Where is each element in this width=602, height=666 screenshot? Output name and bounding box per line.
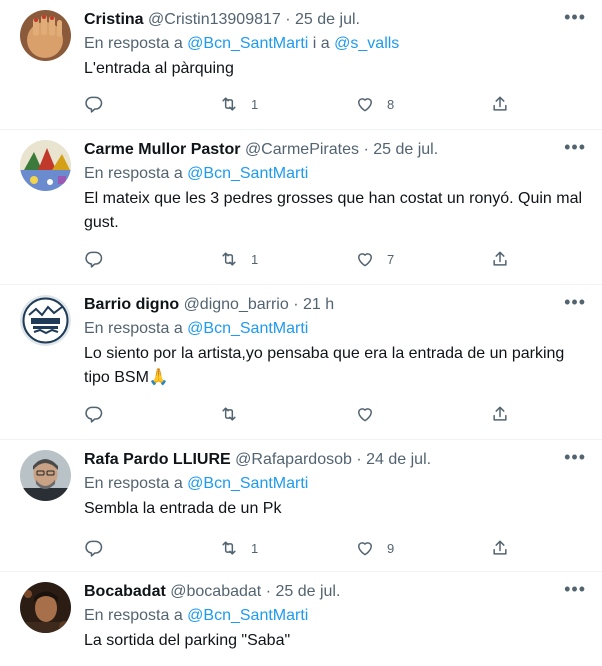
retweet-button[interactable]: 1 bbox=[219, 247, 258, 271]
share-icon bbox=[493, 96, 507, 111]
reply-button[interactable] bbox=[84, 247, 104, 271]
action-bar: 1 8 bbox=[84, 92, 588, 116]
handle[interactable]: @digno_barrio bbox=[184, 296, 289, 313]
avatar[interactable] bbox=[20, 10, 71, 61]
like-button[interactable] bbox=[355, 402, 375, 426]
like-button[interactable]: 8 bbox=[355, 92, 394, 116]
mention-link[interactable]: @Bcn_SantMarti bbox=[187, 607, 308, 624]
avatar[interactable] bbox=[20, 450, 71, 501]
timestamp[interactable]: · 25 de jul. bbox=[285, 11, 360, 28]
reply-icon bbox=[85, 251, 103, 268]
reply-button[interactable] bbox=[84, 92, 104, 116]
retweet-button[interactable] bbox=[219, 402, 239, 426]
like-icon bbox=[358, 253, 372, 267]
like-count: 9 bbox=[387, 540, 395, 556]
share-button[interactable] bbox=[490, 536, 510, 560]
timestamp[interactable]: · 24 de jul. bbox=[356, 451, 431, 468]
tweet[interactable]: Bocabadat @bocabadat · 25 de jul. ••• En… bbox=[0, 572, 602, 666]
mention-link[interactable]: @Bcn_SantMarti bbox=[187, 475, 308, 492]
tweet-text: La sortida del parking "Saba" bbox=[84, 632, 291, 649]
reply-context: En resposta a @Bcn_SantMarti bbox=[84, 162, 588, 186]
mention-link[interactable]: @Bcn_SantMarti bbox=[187, 165, 308, 182]
reply-joiner: i a bbox=[308, 35, 335, 52]
like-button[interactable]: 7 bbox=[355, 247, 394, 271]
action-bar: 1 7 bbox=[84, 247, 588, 271]
handle[interactable]: @CarmePirates bbox=[245, 141, 359, 158]
more-icon[interactable]: ••• bbox=[564, 293, 586, 311]
like-button[interactable]: 9 bbox=[355, 536, 394, 560]
tweet-text: El mateix que les 3 pedres grosses que h… bbox=[84, 190, 583, 231]
tweet-header: Barrio digno @digno_barrio · 21 h bbox=[84, 293, 588, 317]
retweet-icon bbox=[222, 252, 236, 266]
retweet-icon bbox=[222, 97, 236, 111]
display-name[interactable]: Rafa Pardo LLIURE bbox=[84, 451, 231, 468]
avatar[interactable] bbox=[20, 582, 71, 633]
reply-prefix: En resposta a bbox=[84, 35, 188, 52]
display-name[interactable]: Cristina bbox=[84, 11, 144, 28]
reply-button[interactable] bbox=[84, 536, 104, 560]
tweet[interactable]: Cristina @Cristin13909817 · 25 de jul. •… bbox=[0, 0, 602, 130]
retweet-icon bbox=[222, 541, 236, 555]
retweet-icon bbox=[222, 407, 236, 421]
like-count: 7 bbox=[387, 251, 395, 267]
more-icon[interactable]: ••• bbox=[564, 448, 586, 466]
reply-icon bbox=[85, 406, 103, 423]
mention-link[interactable]: @s_valls bbox=[334, 35, 399, 52]
like-count: 8 bbox=[387, 96, 395, 112]
mention-link[interactable]: @Bcn_SantMarti bbox=[187, 35, 308, 52]
tweet-header: Rafa Pardo LLIURE @Rafapardosob · 24 de … bbox=[84, 448, 588, 472]
retweet-count: 1 bbox=[251, 96, 259, 112]
avatar[interactable] bbox=[20, 140, 71, 191]
more-icon[interactable]: ••• bbox=[564, 138, 586, 156]
tweet-header: Bocabadat @bocabadat · 25 de jul. bbox=[84, 580, 588, 604]
share-icon bbox=[493, 540, 507, 555]
timestamp[interactable]: · 25 de jul. bbox=[363, 141, 438, 158]
tweet[interactable]: Carme Mullor Pastor @CarmePirates · 25 d… bbox=[0, 130, 602, 285]
reply-prefix: En resposta a bbox=[84, 607, 188, 624]
tweet[interactable]: Barrio digno @digno_barrio · 21 h ••• En… bbox=[0, 285, 602, 440]
retweet-count: 1 bbox=[251, 251, 259, 267]
reply-icon bbox=[85, 96, 103, 113]
like-icon bbox=[358, 542, 372, 556]
handle[interactable]: @bocabadat bbox=[170, 583, 261, 600]
timestamp[interactable]: · 25 de jul. bbox=[266, 583, 341, 600]
reply-context: En resposta a @Bcn_SantMarti bbox=[84, 472, 588, 496]
display-name[interactable]: Carme Mullor Pastor bbox=[84, 141, 240, 158]
reply-context: En resposta a @Bcn_SantMarti bbox=[84, 317, 588, 341]
share-button[interactable] bbox=[490, 247, 510, 271]
tweet-text: Sembla la entrada de un Pk bbox=[84, 500, 282, 517]
tweet-text: Lo siento por la artista,yo pensaba que … bbox=[84, 345, 565, 386]
share-button[interactable] bbox=[490, 402, 510, 426]
retweet-button[interactable]: 1 bbox=[219, 92, 258, 116]
display-name[interactable]: Bocabadat bbox=[84, 583, 166, 600]
tweet-header: Carme Mullor Pastor @CarmePirates · 25 d… bbox=[84, 138, 588, 162]
share-icon bbox=[493, 406, 507, 421]
more-icon[interactable]: ••• bbox=[564, 580, 586, 598]
handle[interactable]: @Cristin13909817 bbox=[148, 11, 281, 28]
retweet-button[interactable]: 1 bbox=[219, 536, 258, 560]
action-bar: 1 9 bbox=[84, 536, 588, 560]
reply-prefix: En resposta a bbox=[84, 320, 188, 337]
reply-context: En resposta a @Bcn_SantMarti i a @s_vall… bbox=[84, 32, 588, 56]
reply-button[interactable] bbox=[84, 402, 104, 426]
like-icon bbox=[358, 98, 372, 112]
more-icon[interactable]: ••• bbox=[564, 8, 586, 26]
mention-link[interactable]: @Bcn_SantMarti bbox=[187, 320, 308, 337]
share-button[interactable] bbox=[490, 92, 510, 116]
timestamp[interactable]: · 21 h bbox=[293, 296, 334, 313]
display-name[interactable]: Barrio digno bbox=[84, 296, 179, 313]
avatar[interactable] bbox=[20, 295, 71, 346]
share-icon bbox=[493, 251, 507, 266]
retweet-count: 1 bbox=[251, 540, 259, 556]
handle[interactable]: @Rafapardosob bbox=[235, 451, 352, 468]
reply-prefix: En resposta a bbox=[84, 165, 188, 182]
tweet-header: Cristina @Cristin13909817 · 25 de jul. bbox=[84, 8, 588, 32]
tweet[interactable]: Rafa Pardo LLIURE @Rafapardosob · 24 de … bbox=[0, 440, 602, 572]
reply-context: En resposta a @Bcn_SantMarti bbox=[84, 604, 588, 628]
like-icon bbox=[358, 408, 372, 422]
action-bar bbox=[84, 402, 588, 426]
tweet-text: L'entrada al pàrquing bbox=[84, 60, 234, 77]
reply-icon bbox=[85, 540, 103, 557]
reply-prefix: En resposta a bbox=[84, 475, 188, 492]
